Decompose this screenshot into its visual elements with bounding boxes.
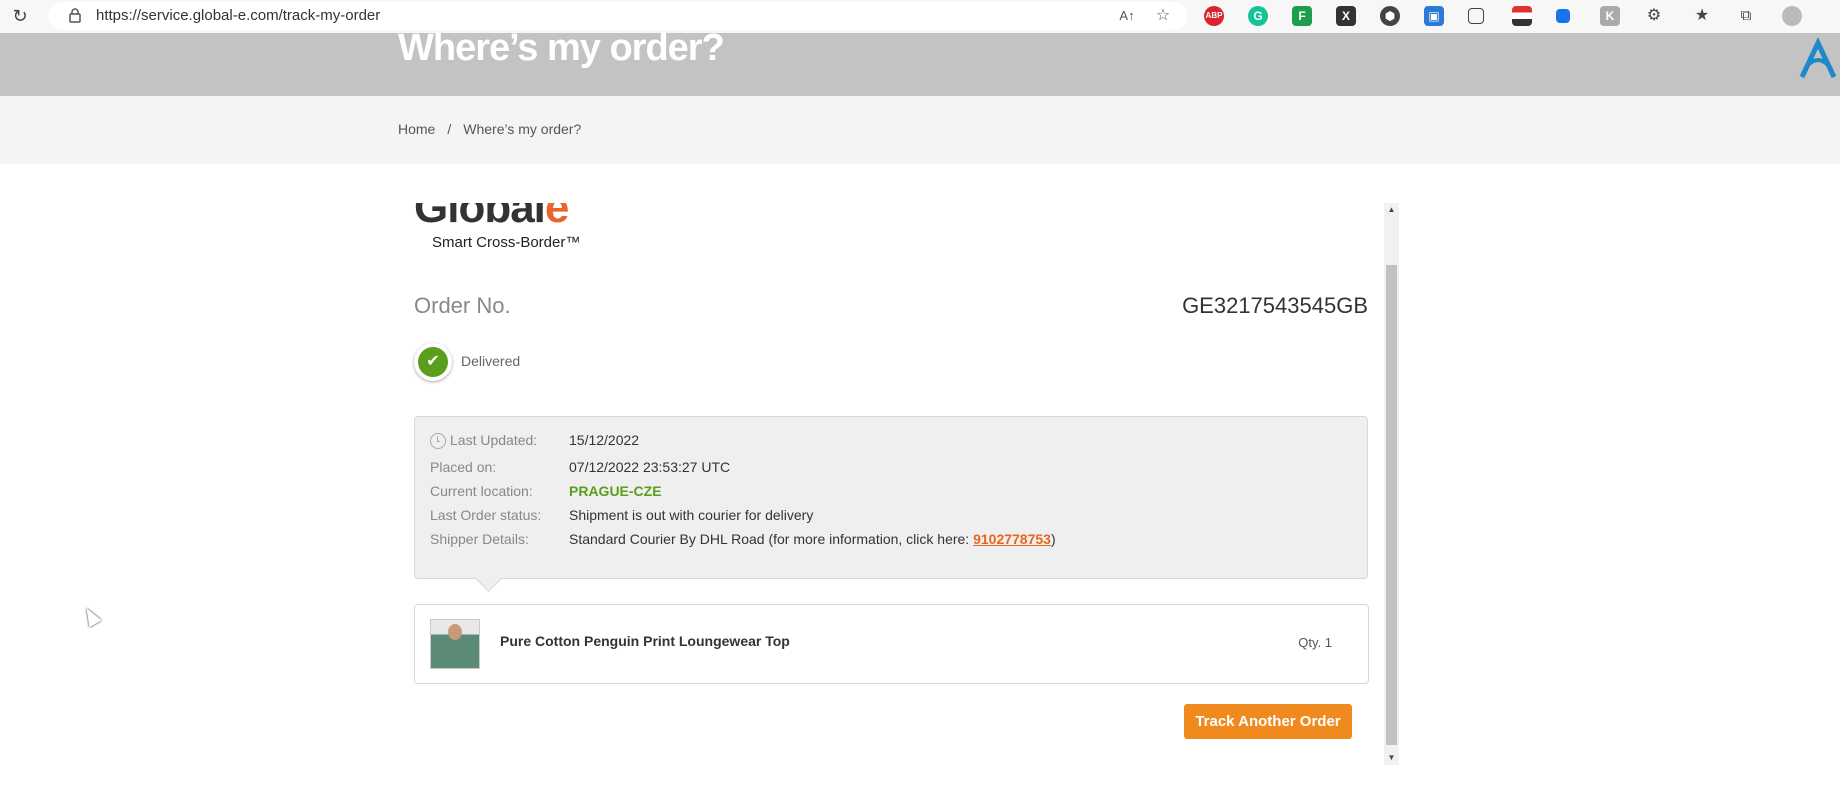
favorites-icon[interactable]: ★ xyxy=(1692,6,1712,26)
hero-banner: Where’s my order? xyxy=(0,27,1840,96)
checkmark-icon: ✔ xyxy=(418,347,448,377)
panel-pointer xyxy=(475,565,502,592)
screenshot-icon[interactable]: ▣ xyxy=(1424,6,1444,26)
breadcrumb-band: Home / Where’s my order? xyxy=(0,96,1840,164)
placed-on-label: Placed on: xyxy=(430,459,497,475)
extension-green-icon[interactable]: F xyxy=(1292,6,1312,26)
order-details-panel: Last Updated: 15/12/2022 Placed on: 07/1… xyxy=(414,416,1368,592)
extensions-icon[interactable]: ⚙ xyxy=(1644,6,1664,26)
mouse-cursor-icon xyxy=(80,604,102,628)
current-location-value: PRAGUE-CZE xyxy=(569,483,662,499)
clock-icon xyxy=(430,433,446,449)
scroll-down-arrow-icon[interactable]: ▼ xyxy=(1384,751,1399,765)
collections-icon[interactable] xyxy=(1468,8,1484,24)
shipper-suffix: ) xyxy=(1050,531,1056,547)
product-name: Pure Cotton Penguin Print Loungewear Top xyxy=(500,633,790,649)
placed-on-value: 07/12/2022 23:53:27 UTC xyxy=(569,459,731,475)
last-status-label: Last Order status: xyxy=(430,507,542,523)
extension-blue-icon[interactable] xyxy=(1556,9,1570,23)
profile-icon[interactable] xyxy=(1782,6,1802,26)
brand-logo: Globale xyxy=(414,203,570,233)
last-status-value: Shipment is out with courier for deliver… xyxy=(569,507,814,523)
adblock-icon[interactable]: ABP xyxy=(1204,6,1224,26)
brand-tagline: Smart Cross-Border™ xyxy=(432,234,581,251)
browser-collections-icon[interactable]: ⧉ xyxy=(1736,6,1756,26)
extension-flag-icon[interactable] xyxy=(1512,6,1532,26)
status-indicator: ✔ xyxy=(414,343,452,381)
reload-icon[interactable]: ↻ xyxy=(10,6,30,26)
url-text[interactable]: https://service.global-e.com/track-my-or… xyxy=(96,7,380,24)
brand-logo-main: Global xyxy=(414,203,546,232)
lock-icon xyxy=(69,8,81,23)
status-text: Delivered xyxy=(461,353,521,369)
scroll-up-arrow-icon[interactable]: ▲ xyxy=(1384,203,1399,217)
brand-logo-accent: e xyxy=(544,203,570,232)
shipper-value: Standard Courier By DHL Road (for more i… xyxy=(569,531,1056,547)
shipper-label: Shipper Details: xyxy=(430,531,529,547)
tracking-frame: Globale Smart Cross-Border™ Order No. GE… xyxy=(398,203,1398,765)
scroll-thumb[interactable] xyxy=(1386,265,1397,745)
tracking-number-link[interactable]: 9102778753 xyxy=(973,531,1051,547)
order-number: GE3217543545GB xyxy=(1182,293,1368,318)
breadcrumb-home[interactable]: Home xyxy=(398,121,435,137)
browser-toolbar: ↻ https://service.global-e.com/track-my-… xyxy=(0,0,1840,34)
breadcrumb-separator: / xyxy=(447,121,452,137)
track-another-order-button[interactable]: Track Another Order xyxy=(1184,704,1352,739)
product-thumbnail xyxy=(430,619,480,669)
assistant-logo-icon[interactable] xyxy=(1796,37,1840,81)
product-quantity: Qty. 1 xyxy=(1298,635,1332,650)
current-location-label: Current location: xyxy=(430,483,533,499)
address-bar[interactable]: https://service.global-e.com/track-my-or… xyxy=(48,2,1188,30)
order-number-label: Order No. xyxy=(414,293,511,318)
extension-gray-icon[interactable]: K xyxy=(1600,6,1620,26)
breadcrumb: Home / Where’s my order? xyxy=(398,121,581,137)
favorite-add-icon[interactable]: ☆ xyxy=(1153,6,1173,26)
grammarly-icon[interactable]: G xyxy=(1248,6,1268,26)
extension-x-icon[interactable]: X xyxy=(1336,6,1356,26)
last-updated-label: Last Updated: xyxy=(450,432,538,448)
order-item: Pure Cotton Penguin Print Loungewear Top… xyxy=(414,604,1369,684)
last-updated-value: 15/12/2022 xyxy=(569,432,640,448)
read-aloud-icon[interactable]: A↑ xyxy=(1117,6,1137,26)
frame-scrollbar[interactable]: ▲ ▼ xyxy=(1384,203,1399,765)
extension-hex-icon[interactable]: ⬢ xyxy=(1380,6,1400,26)
shipper-text: Standard Courier By DHL Road (for more i… xyxy=(569,531,974,547)
page-title: Where’s my order? xyxy=(398,27,725,69)
breadcrumb-current: Where’s my order? xyxy=(463,121,582,137)
